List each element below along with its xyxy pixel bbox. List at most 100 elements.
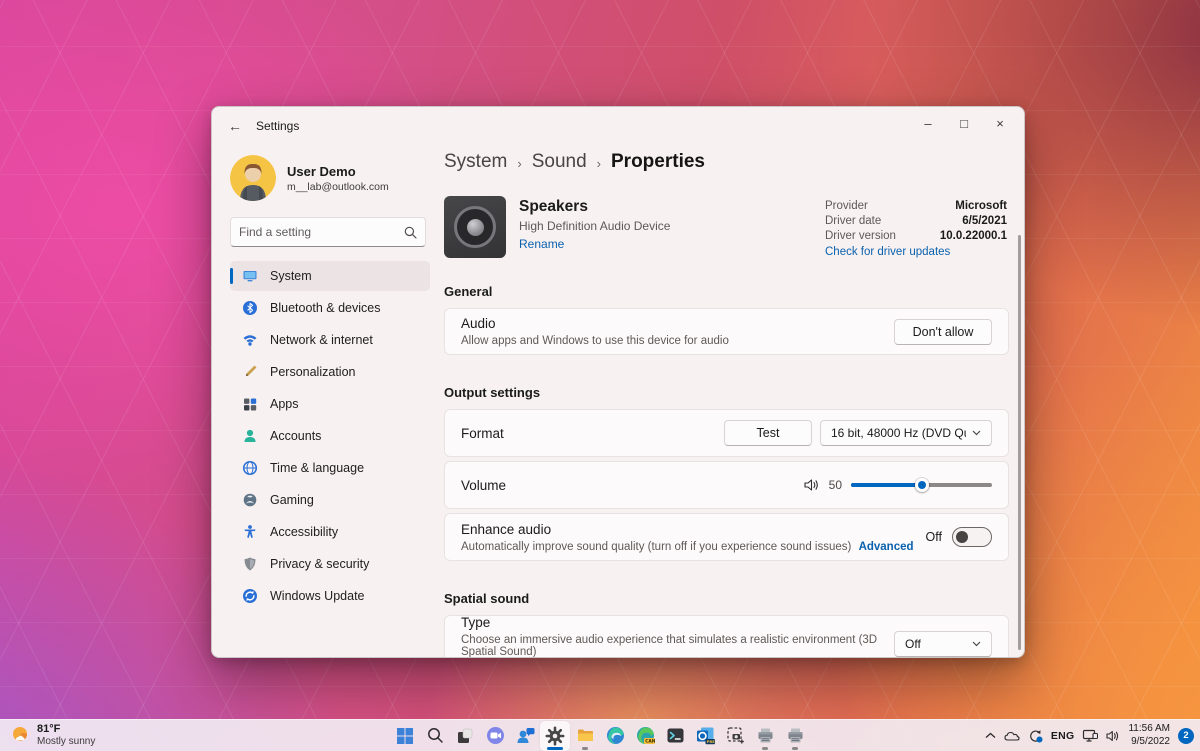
- gaming-icon: [242, 492, 258, 508]
- windows-logo-icon: [396, 727, 414, 745]
- running-app-indicator: [762, 747, 768, 750]
- driver-value: 6/5/2021: [962, 215, 1007, 227]
- sidebar-item-personalization[interactable]: Personalization: [230, 357, 430, 387]
- profile-email: m__lab@outlook.com: [287, 181, 389, 193]
- audio-title: Audio: [461, 316, 894, 331]
- search-icon: [404, 226, 417, 239]
- running-app-indicator: [582, 747, 588, 750]
- taskbar-search-button[interactable]: [420, 721, 450, 751]
- sync-update-icon[interactable]: [1028, 729, 1043, 743]
- close-button[interactable]: ×: [982, 109, 1018, 137]
- audio-card: Audio Allow apps and Windows to use this…: [444, 308, 1009, 355]
- audio-description: Allow apps and Windows to use this devic…: [461, 335, 894, 347]
- people-chat-button[interactable]: [510, 721, 540, 751]
- enhance-audio-title: Enhance audio: [461, 522, 926, 537]
- sidebar-item-time-language[interactable]: Time & language: [230, 453, 430, 483]
- format-dropdown[interactable]: 16 bit, 48000 Hz (DVD Quality): [820, 420, 992, 446]
- windows-update-icon: [242, 588, 258, 604]
- tray-date: 9/5/2022: [1128, 736, 1170, 749]
- search-input[interactable]: [239, 225, 404, 239]
- breadcrumb-sound[interactable]: Sound: [532, 151, 587, 173]
- speaker-tray-icon[interactable]: [1106, 730, 1120, 742]
- start-button[interactable]: [390, 721, 420, 751]
- people-chat-icon: [516, 726, 535, 745]
- gear-icon: [545, 726, 565, 746]
- sidebar-item-label: Apps: [270, 397, 299, 411]
- edge-icon: [606, 726, 625, 745]
- breadcrumb-system[interactable]: System: [444, 151, 507, 173]
- sidebar-item-gaming[interactable]: Gaming: [230, 485, 430, 515]
- edge-canary-button[interactable]: CAN: [630, 721, 660, 751]
- taskbar-apps: CAN PRE: [390, 721, 810, 751]
- breadcrumb-properties: Properties: [611, 151, 705, 173]
- network-icon[interactable]: [1082, 729, 1098, 742]
- volume-card: Volume 50: [444, 461, 1009, 509]
- volume-slider-thumb[interactable]: [915, 478, 929, 492]
- sidebar-item-network-internet[interactable]: Network & internet: [230, 325, 430, 355]
- toggle-knob: [956, 531, 968, 543]
- desktop: ← Settings – □ ×: [0, 0, 1200, 751]
- sidebar-item-accounts[interactable]: Accounts: [230, 421, 430, 451]
- search-box[interactable]: [230, 217, 426, 247]
- accessibility-icon: [242, 524, 258, 540]
- device-header: Speakers High Definition Audio Device Re…: [444, 196, 1007, 258]
- terminal-icon: [666, 726, 685, 745]
- user-profile[interactable]: User Demo m__lab@outlook.com: [230, 155, 428, 201]
- chevron-up-icon[interactable]: [985, 732, 996, 739]
- test-button[interactable]: Test: [724, 420, 812, 446]
- chat-button[interactable]: [480, 721, 510, 751]
- enhance-audio-toggle[interactable]: [952, 527, 992, 547]
- spatial-type-description: Choose an immersive audio experience tha…: [461, 634, 894, 658]
- advanced-link[interactable]: Advanced: [859, 541, 914, 553]
- enhance-audio-description: Automatically improve sound quality (tur…: [461, 541, 851, 553]
- terminal-button[interactable]: [660, 721, 690, 751]
- volume-slider[interactable]: [851, 478, 992, 492]
- sidebar-item-label: Personalization: [270, 365, 355, 379]
- printer-a-button[interactable]: [750, 721, 780, 751]
- breadcrumb-separator: ›: [597, 154, 601, 171]
- section-spatial-sound: Spatial sound: [444, 591, 1007, 606]
- task-view-icon: [456, 727, 474, 745]
- minimize-button[interactable]: –: [910, 109, 946, 137]
- sidebar-item-apps[interactable]: Apps: [230, 389, 430, 419]
- volume-value: 50: [829, 478, 842, 492]
- driver-label: Provider: [825, 200, 868, 212]
- sidebar-item-label: Accounts: [270, 429, 321, 443]
- spatial-type-dropdown[interactable]: Off: [894, 631, 992, 657]
- edge-button[interactable]: [600, 721, 630, 751]
- running-app-indicator: [792, 747, 798, 750]
- personalization-icon: [242, 364, 258, 380]
- maximize-button[interactable]: □: [946, 109, 982, 137]
- sidebar-item-windows-update[interactable]: Windows Update: [230, 581, 430, 611]
- onedrive-cloud-icon[interactable]: [1004, 730, 1020, 741]
- task-view-button[interactable]: [450, 721, 480, 751]
- accounts-icon: [242, 428, 258, 444]
- driver-row: Provider Microsoft: [825, 200, 1007, 212]
- check-driver-updates-link[interactable]: Check for driver updates: [825, 246, 1007, 258]
- device-name: Speakers: [519, 198, 670, 216]
- volume-label: Volume: [461, 478, 804, 493]
- notification-badge[interactable]: 2: [1178, 728, 1194, 744]
- scrollbar[interactable]: [1018, 235, 1021, 650]
- sidebar-item-bluetooth-devices[interactable]: Bluetooth & devices: [230, 293, 430, 323]
- sidebar-item-privacy-security[interactable]: Privacy & security: [230, 549, 430, 579]
- settings-app-button[interactable]: [540, 721, 570, 751]
- dont-allow-button[interactable]: Don't allow: [894, 319, 992, 345]
- sidebar-item-accessibility[interactable]: Accessibility: [230, 517, 430, 547]
- sidebar-item-system[interactable]: System: [230, 261, 430, 291]
- outlook-pre-button[interactable]: PRE: [690, 721, 720, 751]
- printer-b-button[interactable]: [780, 721, 810, 751]
- rename-link[interactable]: Rename: [519, 237, 670, 251]
- weather-widget[interactable]: 81°F Mostly sunny: [10, 723, 95, 747]
- spatial-type-card: Type Choose an immersive audio experienc…: [444, 615, 1009, 657]
- printer-icon: [756, 726, 775, 745]
- spatial-type-title: Type: [461, 615, 894, 630]
- taskbar: 81°F Mostly sunny: [0, 719, 1200, 751]
- chat-camera-icon: [486, 726, 505, 745]
- language-indicator[interactable]: ENG: [1051, 730, 1075, 742]
- snipping-tool-button[interactable]: [720, 721, 750, 751]
- back-button[interactable]: ←: [220, 114, 250, 138]
- file-explorer-button[interactable]: [570, 721, 600, 751]
- clock[interactable]: 11:56 AM 9/5/2022: [1128, 723, 1170, 748]
- sidebar-item-label: Windows Update: [270, 589, 365, 603]
